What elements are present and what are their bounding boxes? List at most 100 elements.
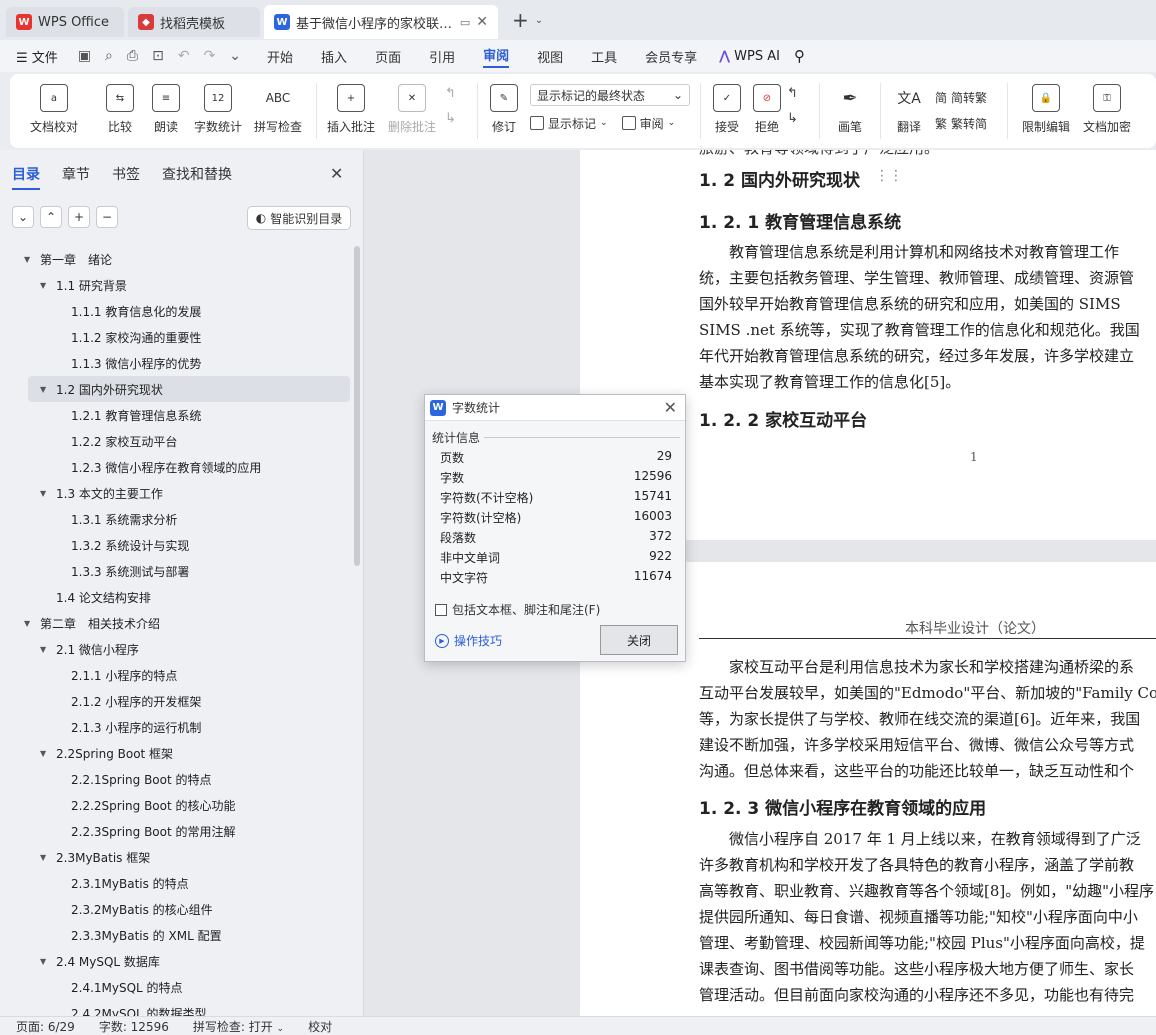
pen-button[interactable]: ✒ 画笔	[826, 74, 874, 148]
dialog-titlebar[interactable]: W 字数统计	[425, 395, 685, 421]
close-button[interactable]: 关闭	[600, 625, 678, 655]
show-markup-button[interactable]: 显示标记	[548, 115, 596, 132]
toc-item[interactable]: 2.2.2Spring Boot 的核心功能	[0, 792, 352, 818]
translate-button[interactable]: 文A 翻译	[887, 74, 931, 148]
toc-item[interactable]: ▼ 2.3MyBatis 框架	[0, 844, 352, 870]
toc-item[interactable]: 2.4.1MySQL 的特点	[0, 974, 352, 1000]
toc-item[interactable]: 1.3.3 系统测试与部署	[0, 558, 352, 584]
previous-change-icon[interactable]: ↰	[787, 86, 813, 101]
toc-item[interactable]: 2.1.2 小程序的开发框架	[0, 688, 352, 714]
toc-item[interactable]: ▼ 2.4 MySQL 数据库	[0, 948, 352, 974]
next-comment-icon[interactable]: ↳	[445, 111, 471, 126]
toc-item[interactable]: 2.3.2MyBatis 的核心组件	[0, 896, 352, 922]
save-icon[interactable]: ▣	[78, 48, 91, 64]
print-icon[interactable]: ⎙	[127, 48, 138, 64]
toc-item[interactable]: ▼ 第一章 绪论	[0, 246, 352, 272]
expand-arrow-icon[interactable]: ▼	[24, 619, 34, 628]
menu-reference[interactable]: 引用	[429, 47, 455, 66]
expand-arrow-icon[interactable]: ▼	[40, 385, 50, 394]
smart-toc-button[interactable]: ◐ 智能识别目录	[247, 206, 351, 230]
restrict-edit-button[interactable]: 🔒 限制编辑	[1014, 74, 1078, 148]
toc-item[interactable]: ▼ 1.2 国内外研究现状	[28, 376, 350, 402]
menu-page[interactable]: 页面	[375, 47, 401, 66]
expand-arrow-icon[interactable]: ▼	[24, 255, 34, 264]
toc-item[interactable]: 2.1.1 小程序的特点	[0, 662, 352, 688]
tab-bookmarks[interactable]: 书签	[112, 164, 140, 190]
expand-arrow-icon[interactable]: ▼	[40, 957, 50, 966]
to-traditional-button[interactable]: 简 简转繁	[935, 84, 1001, 110]
accept-button[interactable]: ✓ 接受	[707, 74, 747, 148]
close-tab-icon[interactable]: ✕	[476, 14, 488, 30]
menu-tools[interactable]: 工具	[591, 47, 617, 66]
status-spell-check[interactable]: 拼写检查: 打开 ⌄	[193, 1018, 284, 1035]
insert-comment-button[interactable]: + 插入批注	[323, 74, 379, 148]
tab-find-replace[interactable]: 查找和替换	[162, 164, 232, 190]
revise-button[interactable]: ✎ 修订	[484, 74, 524, 148]
toc-scrollbar[interactable]	[354, 246, 360, 566]
doc-check-button[interactable]: a 文档校对	[10, 74, 98, 148]
monitor-icon[interactable]: ▭	[460, 16, 470, 29]
compare-button[interactable]: ⇆ 比较	[98, 74, 142, 148]
redo-icon[interactable]: ↷	[204, 48, 216, 64]
tab-docer[interactable]: ◆ 找稻壳模板	[128, 7, 260, 37]
close-pane-icon[interactable]: ✕	[330, 164, 343, 183]
toc-item[interactable]: ▼ 第二章 相关技术介绍	[0, 610, 352, 636]
toc-item[interactable]: ▼ 2.2Spring Boot 框架	[0, 740, 352, 766]
read-aloud-button[interactable]: ≡ 朗读	[142, 74, 190, 148]
toc-item[interactable]: 1.2.1 教育管理信息系统	[0, 402, 352, 428]
toc-item[interactable]: 2.1.3 小程序的运行机制	[0, 714, 352, 740]
toc-item[interactable]: ▼ 2.1 微信小程序	[0, 636, 352, 662]
drag-handle-icon[interactable]: ⋮⋮	[875, 168, 903, 184]
markup-select[interactable]: 显示标记的最终状态 ⌄	[530, 84, 690, 106]
toc-item[interactable]: 2.4.2MySQL 的数据类型	[0, 1000, 352, 1017]
print-preview-icon[interactable]: ⊡	[152, 48, 164, 64]
status-proof[interactable]: 校对	[308, 1018, 332, 1035]
spell-check-button[interactable]: ABC 拼写检查	[246, 74, 310, 148]
status-page[interactable]: 页面: 6/29	[16, 1018, 75, 1035]
chevron-down-icon[interactable]: ⌄	[229, 48, 241, 64]
next-change-icon[interactable]: ↳	[787, 111, 813, 126]
expand-arrow-icon[interactable]: ▼	[40, 281, 50, 290]
menu-home[interactable]: 开始	[267, 47, 293, 66]
previous-comment-icon[interactable]: ↰	[445, 86, 471, 101]
word-count-button[interactable]: 12 字数统计	[190, 74, 246, 148]
tab-chapters[interactable]: 章节	[62, 164, 90, 190]
expand-up-icon[interactable]: ⌃	[40, 206, 62, 228]
toc-item[interactable]: ▼ 1.3 本文的主要工作	[0, 480, 352, 506]
toc-item[interactable]: 1.4 论文结构安排	[0, 584, 352, 610]
status-words[interactable]: 字数: 12596	[99, 1018, 169, 1035]
tab-wps-office[interactable]: W WPS Office	[6, 7, 124, 37]
menu-member[interactable]: 会员专享	[645, 47, 697, 66]
collapse-down-icon[interactable]: ⌄	[12, 206, 34, 228]
close-icon[interactable]: ✕	[664, 398, 677, 417]
expand-arrow-icon[interactable]: ▼	[40, 749, 50, 758]
add-heading-icon[interactable]: +	[68, 206, 90, 228]
reject-button[interactable]: ⊘ 拒绝	[747, 74, 787, 148]
to-simplified-button[interactable]: 繁 繁转简	[935, 110, 1001, 136]
undo-icon[interactable]: ↶	[178, 48, 190, 64]
remove-heading-icon[interactable]: −	[96, 206, 118, 228]
format-painter-icon[interactable]: ⌕	[105, 48, 113, 64]
toc-item[interactable]: 1.2.2 家校互动平台	[0, 428, 352, 454]
expand-arrow-icon[interactable]: ▼	[40, 645, 50, 654]
toc-item[interactable]: 1.1.2 家校沟通的重要性	[0, 324, 352, 350]
toc-item[interactable]: 2.3.1MyBatis 的特点	[0, 870, 352, 896]
menu-insert[interactable]: 插入	[321, 47, 347, 66]
wps-ai-button[interactable]: ⋀ WPS AI	[719, 49, 780, 64]
toc-item[interactable]: 1.3.2 系统设计与实现	[0, 532, 352, 558]
include-textbox-checkbox[interactable]: 包括文本框、脚注和尾注(F)	[435, 601, 600, 618]
tips-link[interactable]: ▶ 操作技巧	[435, 632, 502, 649]
review-button[interactable]: 审阅	[640, 115, 664, 132]
toc-item[interactable]: 2.2.1Spring Boot 的特点	[0, 766, 352, 792]
toc-item[interactable]: 1.1.1 教育信息化的发展	[0, 298, 352, 324]
toc-item[interactable]: 1.3.1 系统需求分析	[0, 506, 352, 532]
expand-arrow-icon[interactable]: ▼	[40, 853, 50, 862]
tab-document[interactable]: W 基于微信小程序的家校联动平台 ▭ ✕	[264, 5, 498, 39]
menu-view[interactable]: 视图	[537, 47, 563, 66]
toc-item[interactable]: 2.3.3MyBatis 的 XML 配置	[0, 922, 352, 948]
chevron-down-icon[interactable]: ⌄	[535, 15, 543, 26]
file-menu[interactable]: ☰ 文件	[16, 47, 58, 66]
toc-item[interactable]: 1.1.3 微信小程序的优势	[0, 350, 352, 376]
toc-item[interactable]: ▼ 1.1 研究背景	[0, 272, 352, 298]
tab-toc[interactable]: 目录	[12, 164, 40, 190]
